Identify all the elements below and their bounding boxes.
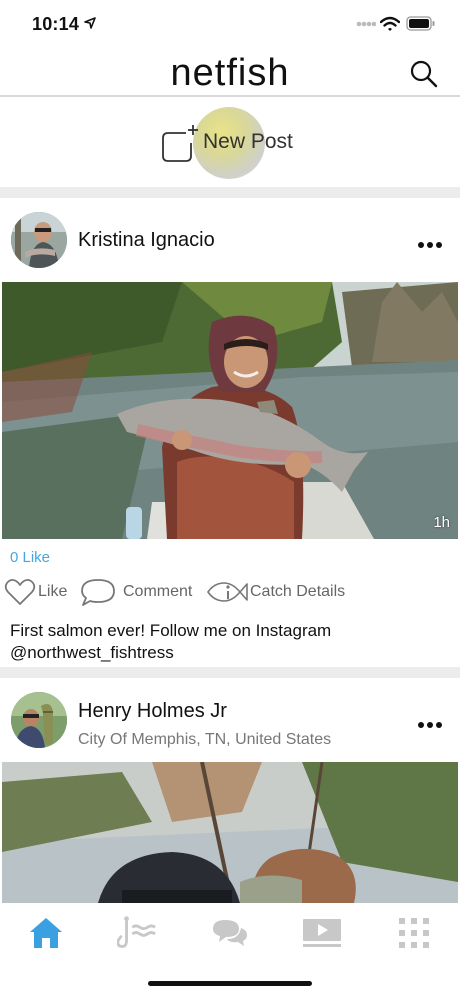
fishing-hook-icon [117, 916, 156, 948]
salmon-catch-photo [2, 282, 458, 539]
tab-video[interactable] [302, 913, 342, 953]
post-photo[interactable] [2, 762, 458, 903]
home-icon [30, 918, 62, 948]
grid-icon [399, 918, 429, 948]
more-options-icon[interactable] [418, 235, 446, 249]
tab-home[interactable] [26, 913, 66, 953]
bass-catch-photo [2, 762, 458, 903]
new-post-icon [162, 125, 198, 162]
post-header: Henry Holmes Jr City Of Memphis, TN, Uni… [0, 678, 460, 762]
new-post-label: New Post [203, 130, 293, 153]
chat-icon [213, 920, 247, 946]
more-options-icon[interactable] [418, 715, 446, 729]
comment-label: Comment [123, 583, 193, 600]
tab-chat[interactable] [210, 913, 250, 953]
like-label: Like [38, 583, 68, 600]
signal-dots-icon [356, 21, 376, 27]
new-post-button[interactable]: New Post [0, 97, 460, 187]
like-count[interactable]: 0 Like [10, 549, 50, 566]
avatar[interactable] [11, 212, 67, 268]
author-location: City Of Memphis, TN, United States [78, 731, 332, 748]
location-arrow-icon [84, 17, 96, 29]
fish-info-icon [207, 582, 248, 602]
post-photo[interactable]: 1h [2, 282, 458, 539]
home-indicator [148, 981, 312, 986]
post-actions: Like Comment Catch Details [0, 576, 460, 608]
app-title: netfish [170, 52, 290, 94]
search-icon[interactable] [408, 58, 440, 90]
battery-icon [406, 16, 435, 31]
comment-icon [81, 579, 115, 606]
like-button[interactable]: Like [4, 576, 67, 608]
avatar[interactable] [11, 692, 67, 748]
top-nav-bar: netfish [0, 50, 460, 97]
tab-fishing[interactable] [117, 913, 157, 953]
heart-icon [4, 578, 36, 605]
section-divider [0, 187, 460, 198]
section-divider [0, 667, 460, 678]
wifi-icon [380, 16, 400, 31]
tab-more[interactable] [394, 913, 434, 953]
status-time: 10:14 [32, 14, 80, 34]
video-icon [303, 919, 341, 947]
post-time: 1h [433, 514, 450, 531]
catch-details-label: Catch Details [250, 583, 346, 600]
comment-button[interactable]: Comment [79, 576, 192, 608]
author-name[interactable]: Henry Holmes Jr [78, 700, 227, 723]
status-bar: 10:14 [0, 0, 460, 50]
author-name[interactable]: Kristina Ignacio [78, 229, 215, 252]
post-caption: First salmon ever! Follow me on Instagra… [10, 621, 332, 662]
post-header: Kristina Ignacio [0, 198, 460, 282]
catch-details-button[interactable]: Catch Details [204, 576, 345, 608]
